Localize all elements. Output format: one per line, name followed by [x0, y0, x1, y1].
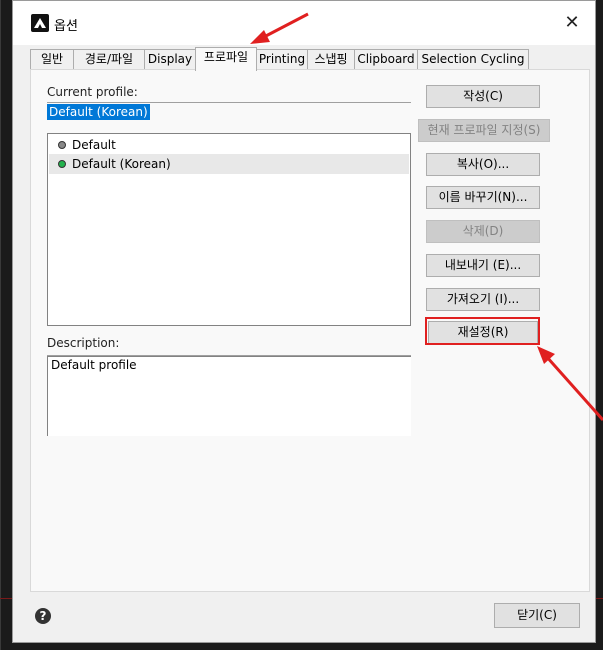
profile-list[interactable]: Default Default (Korean) — [47, 133, 411, 326]
background-axis-line — [0, 598, 12, 599]
export-button[interactable]: 내보내기 (E)... — [426, 254, 540, 277]
description-field[interactable]: Default profile — [47, 356, 411, 436]
close-icon[interactable]: ✕ — [561, 12, 583, 34]
close-button[interactable]: 닫기(C) — [494, 603, 580, 628]
current-profile-label: Current profile: — [47, 85, 138, 99]
window-title: 옵션 — [54, 19, 78, 34]
copy-button[interactable]: 복사(O)... — [426, 153, 540, 176]
help-icon[interactable]: ? — [35, 608, 51, 624]
rename-button[interactable]: 이름 바꾸기(N)... — [426, 186, 540, 209]
reset-highlight-box — [425, 317, 540, 345]
list-item[interactable]: Default (Korean) — [49, 154, 409, 174]
profile-name: Default — [72, 138, 116, 152]
tab-paths-files[interactable]: 경로/파일 — [73, 49, 145, 70]
tab-general[interactable]: 일반 — [30, 49, 74, 70]
tab-clipboard[interactable]: Clipboard — [354, 49, 418, 70]
background-grid-line — [0, 0, 1, 650]
title-bar: 옵션 ✕ — [13, 1, 595, 45]
import-button[interactable]: 가져오기 (I)... — [426, 288, 540, 311]
tab-selection-cycling[interactable]: Selection Cycling — [417, 49, 529, 70]
set-current-button[interactable]: 현재 프로파일 지정(S) — [418, 119, 550, 142]
create-button[interactable]: 작성(C) — [426, 85, 540, 108]
app-icon — [31, 14, 49, 32]
description-value: Default profile — [51, 358, 137, 372]
profile-name: Default (Korean) — [72, 157, 171, 171]
profile-status-icon — [58, 141, 66, 149]
tab-printing[interactable]: Printing — [256, 49, 308, 70]
delete-button[interactable]: 삭제(D) — [426, 220, 540, 243]
options-dialog: 옵션 ✕ 일반 경로/파일 Display 프로파일 Printing 스냅핑 … — [12, 0, 596, 643]
current-profile-underline — [47, 102, 411, 103]
profile-status-icon — [58, 160, 66, 168]
background-axis-line — [596, 598, 603, 599]
description-label: Description: — [47, 336, 120, 350]
list-item[interactable]: Default — [49, 135, 409, 155]
tab-profile[interactable]: 프로파일 — [195, 47, 257, 71]
tab-snapping[interactable]: 스냅핑 — [307, 49, 355, 70]
tab-display[interactable]: Display — [144, 49, 196, 70]
current-profile-value: Default (Korean) — [47, 104, 150, 120]
